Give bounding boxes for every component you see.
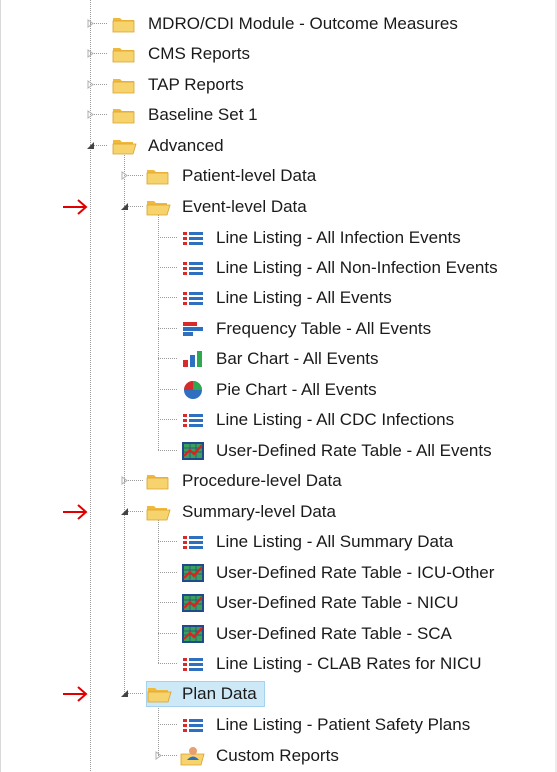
expand-toggle-icon[interactable]: [86, 49, 95, 58]
tree-node-label: Custom Reports: [216, 745, 339, 765]
line-listing-icon: [180, 410, 206, 430]
tree-node-report[interactable]: User-Defined Rate Table - NICU: [180, 590, 467, 615]
tree-node-mdro-cdi[interactable]: MDRO/CDI Module - Outcome Measures: [112, 11, 466, 36]
folder-icon: [112, 44, 138, 64]
expand-toggle-icon[interactable]: [86, 19, 95, 28]
folder-open-icon: [146, 197, 172, 217]
expand-toggle-icon[interactable]: [154, 751, 163, 760]
folder-icon: [146, 166, 172, 186]
rate-table-icon: [180, 623, 206, 644]
folder-icon: [112, 105, 138, 125]
collapse-toggle-icon[interactable]: [86, 141, 95, 150]
tree-node-label: User-Defined Rate Table - NICU: [216, 592, 459, 612]
tree-node-summary-level-data[interactable]: Summary-level Data: [146, 499, 344, 524]
line-listing-icon: [180, 228, 206, 248]
folder-icon: [146, 471, 172, 491]
tree-node-label: Plan Data: [182, 683, 257, 703]
line-listing-icon: [180, 532, 206, 552]
expand-toggle-icon[interactable]: [86, 110, 95, 119]
expand-toggle-icon[interactable]: [120, 476, 129, 485]
pie-chart-icon: [180, 380, 206, 400]
tree-node-cms-reports[interactable]: CMS Reports: [112, 41, 258, 66]
tree-node-label: Line Listing - All Summary Data: [216, 531, 454, 551]
tree-node-label: Baseline Set 1: [148, 104, 258, 124]
tree-node-event-level-data[interactable]: Event-level Data: [146, 194, 315, 219]
custom-reports-icon: [180, 746, 206, 766]
tree-node-label: Line Listing - All Infection Events: [216, 227, 461, 247]
tree-node-label: Line Listing - All Events: [216, 287, 392, 307]
tree-node-label: TAP Reports: [148, 74, 244, 94]
tree-node-report[interactable]: Line Listing - CLAB Rates for NICU: [180, 651, 490, 676]
tree-node-baseline-set-1[interactable]: Baseline Set 1: [112, 102, 266, 127]
tree-node-label: Event-level Data: [182, 196, 307, 216]
tree-node-procedure-level-data[interactable]: Procedure-level Data: [146, 468, 350, 493]
tree-node-label: Patient-level Data: [182, 165, 317, 185]
tree-node-label: Line Listing - CLAB Rates for NICU: [216, 653, 482, 673]
tree-node-report[interactable]: Line Listing - All Infection Events: [180, 225, 469, 250]
tree-node-report[interactable]: User-Defined Rate Table - All Events: [180, 438, 500, 463]
tree-node-label: Line Listing - All Non-Infection Events: [216, 257, 498, 277]
rate-table-icon: [180, 440, 206, 461]
tree-node-report[interactable]: User-Defined Rate Table - SCA: [180, 621, 460, 646]
rate-table-icon: [180, 562, 206, 583]
tree-node-patient-level-data[interactable]: Patient-level Data: [146, 163, 324, 188]
line-listing-icon: [180, 715, 206, 735]
line-listing-icon: [180, 654, 206, 674]
expand-toggle-icon[interactable]: [120, 171, 129, 180]
tree-node-label: Procedure-level Data: [182, 470, 342, 490]
tree-node-advanced[interactable]: Advanced: [112, 133, 232, 158]
tree-node-label: Summary-level Data: [182, 501, 336, 521]
tree-node-report[interactable]: Line Listing - All Summary Data: [180, 529, 461, 554]
line-listing-icon: [180, 288, 206, 308]
collapse-toggle-icon[interactable]: [120, 689, 129, 698]
tree-node-custom-reports[interactable]: Custom Reports: [180, 743, 347, 768]
tree-node-plan-data[interactable]: Plan Data: [146, 680, 265, 707]
tree-node-report[interactable]: Line Listing - All Events: [180, 285, 400, 310]
tree-node-report[interactable]: Line Listing - All CDC Infections: [180, 407, 462, 432]
tree-node-report[interactable]: User-Defined Rate Table - ICU-Other: [180, 560, 502, 585]
tree-node-label: Line Listing - Patient Safety Plans: [216, 714, 471, 734]
tree-node-label: User-Defined Rate Table - All Events: [216, 440, 492, 460]
collapse-toggle-icon[interactable]: [120, 202, 129, 211]
annotation-arrow-icon: [63, 199, 88, 215]
folder-icon: [112, 14, 138, 34]
annotation-arrow-icon: [63, 686, 88, 702]
folder-open-icon: [147, 684, 173, 704]
tree-node-label: CMS Reports: [148, 43, 251, 63]
annotation-arrow-icon: [63, 504, 88, 520]
tree-node-report[interactable]: Pie Chart - All Events: [180, 377, 385, 402]
line-listing-icon: [180, 258, 206, 278]
tree-node-label: Frequency Table - All Events: [216, 318, 432, 338]
tree-node-label: Line Listing - All CDC Infections: [216, 409, 455, 429]
tree-node-report[interactable]: Bar Chart - All Events: [180, 346, 387, 371]
tree-node-label: User-Defined Rate Table - ICU-Other: [216, 562, 495, 582]
tree-node-report[interactable]: Frequency Table - All Events: [180, 316, 439, 341]
tree-node-report[interactable]: Line Listing - All Non-Infection Events: [180, 255, 506, 280]
tree-node-label: Bar Chart - All Events: [216, 348, 379, 368]
tree-node-label: Advanced: [148, 135, 224, 155]
bar-chart-icon: [180, 349, 206, 369]
tree-node-label: Pie Chart - All Events: [216, 379, 377, 399]
panel-left-border: [0, 0, 1, 772]
collapse-toggle-icon[interactable]: [120, 507, 129, 516]
tree-node-report[interactable]: Line Listing - Patient Safety Plans: [180, 712, 478, 737]
tree-node-label: MDRO/CDI Module - Outcome Measures: [148, 13, 458, 33]
folder-icon: [112, 75, 138, 95]
rate-table-icon: [180, 592, 206, 613]
expand-toggle-icon[interactable]: [86, 80, 95, 89]
tree-node-tap-reports[interactable]: TAP Reports: [112, 72, 252, 97]
folder-open-icon: [146, 502, 172, 522]
tree-node-label: User-Defined Rate Table - SCA: [216, 623, 452, 643]
frequency-table-icon: [180, 319, 206, 339]
folder-open-icon: [112, 136, 138, 156]
